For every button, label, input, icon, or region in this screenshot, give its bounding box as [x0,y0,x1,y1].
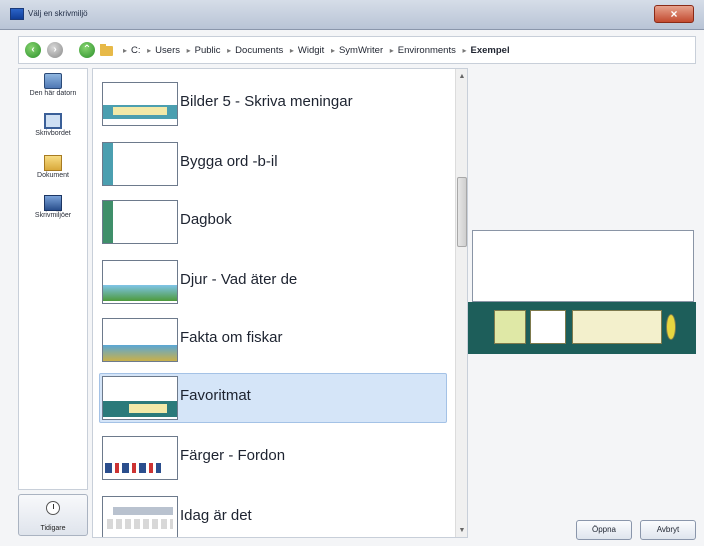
file-name: Bygga ord -b-il [180,153,278,170]
environment-preview [468,230,696,356]
file-name: Fakta om fiskar [180,329,283,346]
environment-thumbnail [102,318,178,362]
breadcrumb-separator-icon: ▸ [462,46,467,55]
list-item[interactable]: Fakta om fiskar [99,315,447,365]
breadcrumb-separator-icon: ▸ [330,46,335,55]
file-name: Bilder 5 - Skriva meningar [180,93,353,110]
environment-thumbnail [102,436,178,480]
breadcrumb-item[interactable]: Environments [398,45,456,56]
list-item[interactable]: Djur - Vad äter de [99,257,447,307]
breadcrumb: ▸ C: ▸ Users ▸ Public ▸ Documents ▸ Widgit ▸ S… [119,45,510,56]
place-label: Dokument [37,172,69,179]
file-name: Dagbok [180,211,232,228]
scroll-thumb[interactable] [457,177,467,247]
breadcrumb-separator-icon: ▸ [389,46,394,55]
breadcrumb-current[interactable]: Exempel [471,45,510,56]
computer-icon [44,73,62,89]
close-button[interactable]: × [654,5,694,23]
place-label: Skrivmiljöer [34,212,72,219]
vertical-scrollbar[interactable]: ▲ ▼ [455,69,467,537]
recent-label: Tidigare [40,525,66,532]
places-sidebar: Den här datorn Skrivbordet Dokument Skri… [18,68,88,490]
place-documents[interactable]: Dokument [19,155,87,179]
list-item-selected[interactable]: Favoritmat [99,373,447,423]
list-item[interactable]: Bygga ord -b-il [99,139,447,189]
list-item[interactable]: Idag är det [99,493,447,537]
file-name: Färger - Fordon [180,447,286,464]
breadcrumb-separator-icon: ▸ [186,46,191,55]
file-name: Favoritmat [180,387,251,404]
environment-thumbnail [102,200,178,244]
environment-thumbnail [102,82,178,126]
breadcrumb-item[interactable]: Public [195,45,221,56]
list-item[interactable]: Dagbok [99,197,447,247]
scroll-down-icon[interactable]: ▼ [456,525,467,537]
cancel-button[interactable]: Avbryt [640,520,696,540]
place-label: Den här datorn [29,90,77,97]
breadcrumb-separator-icon: ▸ [147,46,152,55]
forward-arrow-icon[interactable]: › [47,42,63,58]
desktop-icon [44,113,62,129]
place-environments[interactable]: Skrivmiljöer [19,195,87,219]
file-name: Djur - Vad äter de [180,271,298,288]
breadcrumb-item[interactable]: SymWriter [339,45,383,56]
folder-icon [100,44,113,56]
breadcrumb-item[interactable]: Documents [235,45,283,56]
app-window-icon [10,8,24,20]
up-arrow-icon[interactable]: ⌃ [79,42,95,58]
breadcrumb-item[interactable]: Widgit [298,45,324,56]
file-name: Idag är det [180,507,252,524]
file-list: Bilder 5 - Skriva meningar Bygga ord -b-… [92,68,468,538]
title-bar: Välj en skrivmiljö × [0,0,704,30]
preview-document-area [472,230,694,302]
scroll-up-icon[interactable]: ▲ [456,71,467,83]
environment-thumbnail [102,376,178,420]
environments-icon [44,195,62,211]
list-item[interactable]: Färger - Fordon [99,433,447,483]
documents-folder-icon [44,155,62,171]
address-bar: ‹ › ⌃ ▸ C: ▸ Users ▸ Public ▸ Documents ▸ Wid… [18,36,696,64]
environment-thumbnail [102,496,178,537]
preview-grid-band [468,302,696,354]
recent-button[interactable]: Tidigare [18,494,88,536]
environment-thumbnail [102,260,178,304]
place-label: Skrivbordet [35,130,71,137]
place-this-computer[interactable]: Den här datorn [19,73,87,97]
breadcrumb-item[interactable]: Users [155,45,180,56]
breadcrumb-item[interactable]: C: [131,45,141,56]
open-button[interactable]: Öppna [576,520,632,540]
back-arrow-icon[interactable]: ‹ [25,42,41,58]
environment-thumbnail [102,142,178,186]
list-item[interactable]: Bilder 5 - Skriva meningar [99,79,447,129]
clock-icon [46,501,60,515]
window-title: Välj en skrivmiljö [28,9,88,18]
breadcrumb-separator-icon: ▸ [123,46,128,55]
place-desktop[interactable]: Skrivbordet [19,113,87,137]
breadcrumb-separator-icon: ▸ [227,46,232,55]
breadcrumb-separator-icon: ▸ [289,46,294,55]
